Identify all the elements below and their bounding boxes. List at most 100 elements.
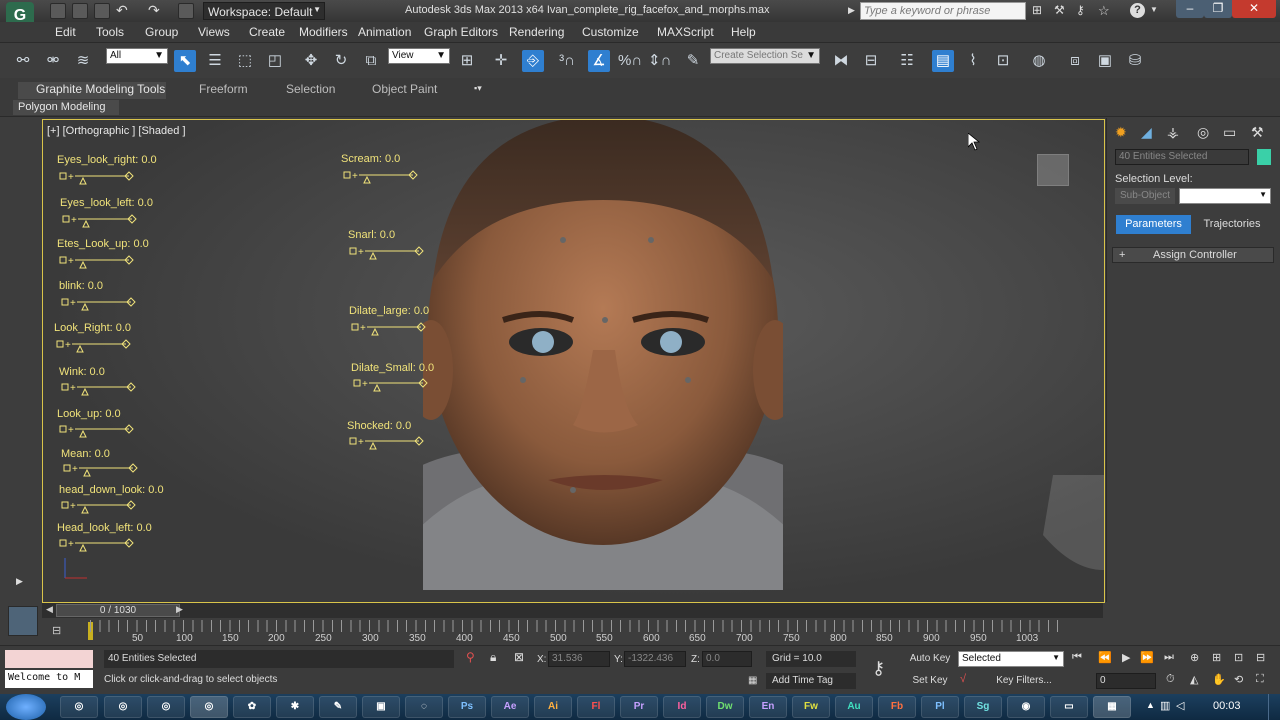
polygon-modeling-panel[interactable]: Polygon Modeling: [13, 100, 119, 115]
select-rotate-icon[interactable]: ↻: [330, 50, 352, 72]
search-arrow-icon[interactable]: ▶: [848, 5, 855, 16]
morph-slider-look-up[interactable]: +: [59, 424, 135, 438]
tab-parameters[interactable]: Parameters: [1116, 215, 1191, 234]
taskbar-app-icon[interactable]: ◎: [147, 696, 185, 718]
binoculars-icon[interactable]: ⊞: [1032, 3, 1042, 17]
play-icon[interactable]: ▶: [1122, 651, 1130, 664]
select-manipulate-icon[interactable]: ✛: [490, 50, 512, 72]
sub-object-button[interactable]: Sub-Object: [1115, 188, 1175, 204]
select-object-icon[interactable]: ⬉: [174, 50, 196, 72]
taskbar-app-icon[interactable]: ✱: [276, 696, 314, 718]
taskbar-app-icon[interactable]: ▦: [1093, 696, 1131, 718]
graphite-toggle-icon[interactable]: ▤: [932, 50, 954, 72]
menu-create[interactable]: Create: [249, 25, 285, 39]
select-move-icon[interactable]: ✥: [300, 50, 322, 72]
morph-slider-eyes-look-right[interactable]: +: [59, 171, 135, 185]
go-to-start-icon[interactable]: ⏮: [1072, 651, 1082, 664]
menu-group[interactable]: Group: [145, 25, 178, 39]
tray-network-icon[interactable]: ▥: [1160, 699, 1170, 712]
taskbar-app-id[interactable]: Id: [663, 696, 701, 718]
z-coordinate-field[interactable]: 0.0: [702, 651, 752, 667]
angle-snap-icon[interactable]: ∡: [588, 50, 610, 72]
maximize-icon[interactable]: ❐: [1204, 0, 1232, 18]
taskbar-app-icon[interactable]: ◌: [405, 696, 443, 718]
object-name-field[interactable]: 40 Entities Selected: [1115, 149, 1249, 165]
material-editor-icon[interactable]: ◍: [1028, 50, 1050, 72]
morph-slider-shocked[interactable]: +: [349, 436, 425, 450]
link-icon[interactable]: ⚯: [12, 50, 34, 72]
selection-filter-select[interactable]: All ▼: [106, 48, 168, 64]
set-key-large-icon[interactable]: ⚷: [872, 658, 885, 679]
align-icon[interactable]: ⊟: [860, 50, 882, 72]
sub-object-select[interactable]: ▼: [1179, 188, 1271, 204]
search-input[interactable]: Type a keyword or phrase: [860, 2, 1026, 20]
go-to-end-icon[interactable]: ⏭: [1164, 651, 1174, 664]
hierarchy-tab-icon[interactable]: ⚶: [1167, 124, 1179, 141]
zoom-extents-icon[interactable]: ⊡: [1234, 651, 1243, 664]
start-button-icon[interactable]: [6, 694, 46, 720]
menu-help[interactable]: Help: [731, 25, 756, 39]
menu-views[interactable]: Views: [198, 25, 230, 39]
reference-coordinate-select[interactable]: View ▼: [388, 48, 450, 64]
maxscript-listener-pink[interactable]: [5, 650, 93, 668]
taskbar-app-pl[interactable]: Pl: [921, 696, 959, 718]
new-file-icon[interactable]: [50, 3, 66, 19]
help-dropdown-icon[interactable]: ▼: [1150, 5, 1158, 14]
object-color-swatch[interactable]: [1257, 149, 1271, 165]
rendered-frame-icon[interactable]: ▣: [1094, 50, 1116, 72]
taskbar-app-icon[interactable]: ▭: [1050, 696, 1088, 718]
select-scale-icon[interactable]: ⧉: [360, 50, 382, 72]
display-tab-icon[interactable]: ▭: [1223, 124, 1236, 141]
taskbar-app-ae[interactable]: Ae: [491, 696, 529, 718]
morph-slider-dilate-large[interactable]: +: [351, 322, 427, 336]
show-desktop-button[interactable]: [1268, 694, 1280, 720]
morph-slider-head-down-look[interactable]: +: [61, 500, 137, 514]
project-folder-icon[interactable]: [178, 3, 194, 19]
menu-tools[interactable]: Tools: [96, 25, 124, 39]
morph-slider-head-look-left[interactable]: +: [59, 538, 135, 552]
fov-icon[interactable]: ◭: [1190, 673, 1198, 686]
taskbar-app-icon[interactable]: ◉: [1007, 696, 1045, 718]
spinner-snap-icon[interactable]: ⇕∩: [648, 50, 671, 72]
taskbar-app-ai[interactable]: Ai: [534, 696, 572, 718]
morph-slider-wink[interactable]: +: [61, 382, 137, 396]
menu-rendering[interactable]: Rendering: [509, 25, 564, 39]
menu-customize[interactable]: Customize: [582, 25, 639, 39]
ribbon-options-icon[interactable]: ▪▾: [474, 83, 482, 94]
taskbar-app-au[interactable]: Au: [835, 696, 873, 718]
morph-slider-eyes-look-left[interactable]: +: [62, 214, 138, 228]
morph-slider-etes-look-up[interactable]: +: [59, 255, 135, 269]
utilities-tab-icon[interactable]: ⚒: [1251, 124, 1264, 141]
y-coordinate-field[interactable]: -1322.436: [624, 651, 686, 667]
named-selection-select[interactable]: Create Selection Se ▼: [710, 48, 820, 64]
menu-animation[interactable]: Animation: [358, 25, 411, 39]
key-filter-curve-icon[interactable]: √: [960, 673, 966, 685]
create-tab-icon[interactable]: ✹: [1115, 124, 1127, 141]
workspace-select[interactable]: Workspace: Default ▼: [203, 2, 325, 20]
select-by-name-icon[interactable]: ☰: [204, 50, 226, 72]
maximize-viewport-icon[interactable]: ⛶: [1256, 673, 1264, 686]
character-head-model[interactable]: [423, 120, 783, 590]
time-slider[interactable]: ◀ 0 / 1030 ▶: [42, 603, 1103, 618]
viewport-label[interactable]: [+] [Orthographic ] [Shaded ]: [47, 125, 186, 137]
close-icon[interactable]: ✕: [1232, 0, 1276, 18]
track-bar-toggle-icon[interactable]: [8, 606, 38, 636]
tab-graphite-modeling-tools[interactable]: Graphite Modeling Tools: [18, 82, 166, 99]
key-mode-select[interactable]: Selected ▼: [958, 651, 1064, 667]
current-frame-field[interactable]: 0: [1096, 673, 1156, 689]
schematic-view-icon[interactable]: ⊡: [992, 50, 1014, 72]
curve-editor-icon[interactable]: ⌇: [962, 50, 984, 72]
previous-frame-icon[interactable]: ⏪: [1098, 651, 1112, 664]
taskbar-app-fl[interactable]: Fl: [577, 696, 615, 718]
tools-icon[interactable]: ⚒: [1054, 3, 1065, 17]
percent-snap-icon[interactable]: %∩: [618, 50, 642, 72]
zoom-all-icon[interactable]: ⊞: [1212, 651, 1221, 664]
assign-controller-rollout[interactable]: + Assign Controller: [1112, 247, 1274, 263]
pan-icon[interactable]: ✋: [1212, 673, 1226, 686]
set-key-button[interactable]: Set Key: [906, 673, 954, 689]
taskbar-app-ps[interactable]: Ps: [448, 696, 486, 718]
layer-manager-icon[interactable]: ☷: [896, 50, 918, 72]
taskbar-app-icon[interactable]: ▣: [362, 696, 400, 718]
window-crossing-icon[interactable]: ◰: [264, 50, 286, 72]
key-icon[interactable]: ⚷: [1076, 3, 1085, 17]
